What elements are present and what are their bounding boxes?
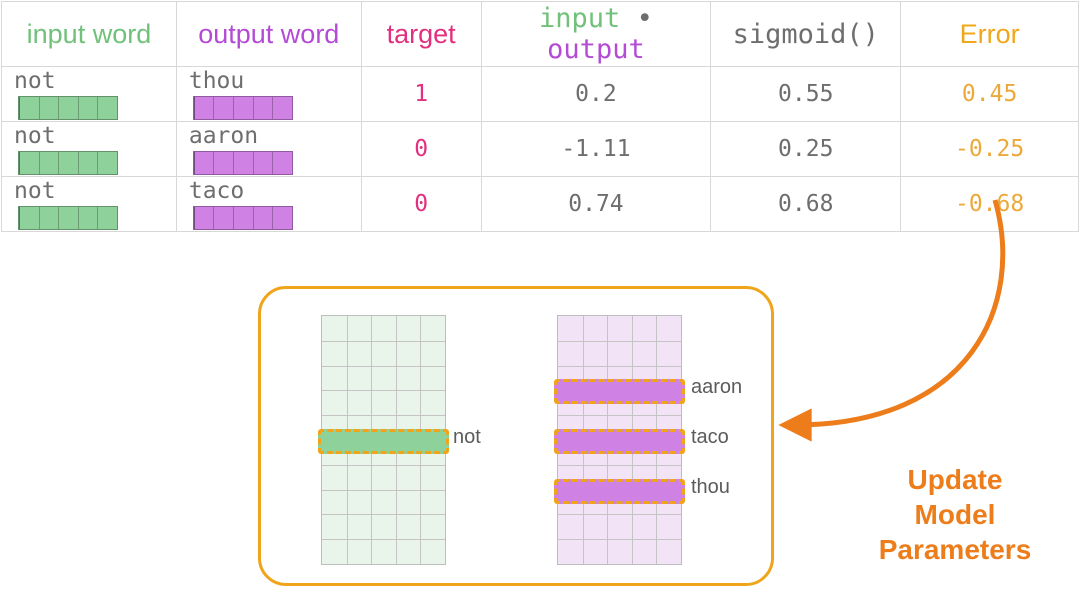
cell-target: 1 [361,67,481,122]
cell-input-word: not [2,122,177,177]
output-vector-icon [193,206,293,230]
input-row-label: not [453,426,481,449]
col-target: target [361,2,481,67]
input-word-text: not [14,178,72,204]
cell-dot: 0.2 [481,67,711,122]
table-row: not thou 1 0.2 0.55 0.45 [2,67,1079,122]
cell-target: 0 [361,177,481,232]
dot-input-part: input [539,3,620,34]
cell-dot: 0.74 [481,177,711,232]
header-row: input word output word target input • ou… [2,2,1079,67]
cell-sigmoid: 0.55 [711,67,901,122]
output-word-text: thou [189,68,247,94]
col-sigmoid: sigmoid() [711,2,901,67]
cell-sigmoid: 0.25 [711,122,901,177]
cell-error: 0.45 [901,67,1079,122]
table-row: not taco 0 0.74 0.68 -0.68 [2,177,1079,232]
output-word-text: taco [189,178,247,204]
caption-line3: Parameters [879,534,1032,565]
training-table: input word output word target input • ou… [1,1,1079,232]
cell-input-word: not [2,177,177,232]
cell-error: -0.68 [901,177,1079,232]
embedding-panel: not aaron taco thou [258,286,774,586]
output-row-highlight-aaron [554,379,685,404]
input-vector-icon [18,206,118,230]
caption-line1: Update [908,464,1003,495]
output-word-text: aaron [189,123,258,149]
cell-output-word: thou [176,67,361,122]
output-embedding-matrix [557,315,682,565]
update-arrow-icon [770,195,1030,455]
input-embedding-matrix [321,315,446,565]
update-caption: Update Model Parameters [850,462,1060,567]
input-vector-icon [18,96,118,120]
input-vector-icon [18,151,118,175]
table-row: not aaron 0 -1.11 0.25 -0.25 [2,122,1079,177]
input-row-highlight [318,429,449,454]
cell-output-word: aaron [176,122,361,177]
output-vector-icon [193,151,293,175]
col-error: Error [901,2,1079,67]
output-row-label-aaron: aaron [691,376,742,399]
col-dot: input • output [481,2,711,67]
cell-sigmoid: 0.68 [711,177,901,232]
col-input-word: input word [2,2,177,67]
dot-output-part: output [547,34,645,65]
output-row-label-taco: taco [691,426,729,449]
output-row-label-thou: thou [691,476,730,499]
input-word-text: not [14,123,72,149]
input-word-text: not [14,68,72,94]
output-row-highlight-thou [554,479,685,504]
output-vector-icon [193,96,293,120]
output-row-highlight-taco [554,429,685,454]
caption-line2: Model [915,499,996,530]
cell-dot: -1.11 [481,122,711,177]
dot-bullet: • [637,3,653,34]
cell-input-word: not [2,67,177,122]
cell-target: 0 [361,122,481,177]
cell-error: -0.25 [901,122,1079,177]
cell-output-word: taco [176,177,361,232]
col-output-word: output word [176,2,361,67]
